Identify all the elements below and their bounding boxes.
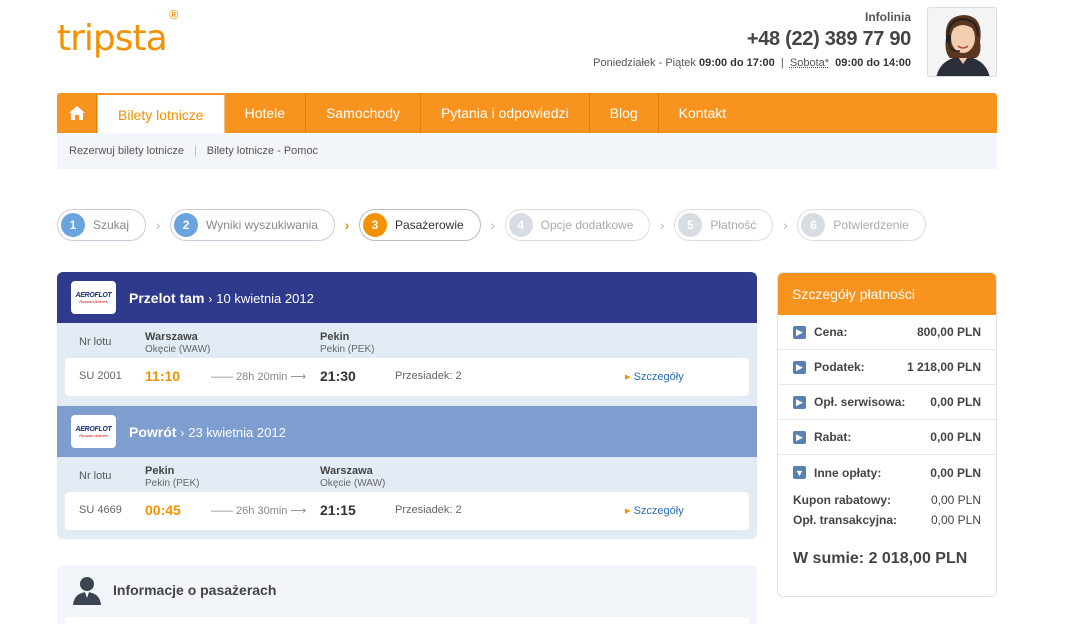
outbound-flight-row: SU 2001 11:10 —— 28h 20min ⟶ 21:30 Przes… <box>65 358 749 396</box>
nav-hotele[interactable]: Hotele <box>225 93 307 133</box>
details-link[interactable]: Szczegóły <box>625 504 684 517</box>
subnav-pomoc[interactable]: Bilety lotnicze - Pomoc <box>207 145 318 157</box>
step-pasazerowie: 3 Pasażerowie <box>358 209 481 241</box>
flight-duration: —— 28h 20min ⟶ <box>211 371 307 383</box>
payment-row-rabat[interactable]: ▶ Rabat: 0,00 PLN <box>778 420 996 455</box>
departure-time: 00:45 <box>145 502 181 518</box>
home-icon <box>68 106 85 120</box>
payment-sub-transakcyjna: Opł. transakcyjna: 0,00 PLN <box>793 513 981 527</box>
nav-samochody[interactable]: Samochody <box>306 93 421 133</box>
outbound-header: AEROFLOT Russian Airlines Przelot tam › 1… <box>57 272 757 323</box>
payment-title: Szczegóły płatności <box>778 273 996 315</box>
return-header: AEROFLOT Russian Airlines Powrót › 23 kwi… <box>57 406 757 457</box>
details-link[interactable]: Szczegóły <box>625 370 684 383</box>
nav-kontakt[interactable]: Kontakt <box>659 93 746 133</box>
expand-arrow-icon[interactable]: ▶ <box>793 360 806 374</box>
chevron-right-icon: › <box>490 217 495 233</box>
aeroflot-logo: AEROFLOT Russian Airlines <box>71 281 116 314</box>
return-flight-row: SU 4669 00:45 —— 26h 30min ⟶ 21:15 Przes… <box>65 492 749 530</box>
contact-info: Infolinia +48 (22) 389 77 90 Poniedziałe… <box>593 10 911 69</box>
expand-arrow-icon[interactable]: ▶ <box>793 430 806 444</box>
subnav-divider: | <box>193 145 197 157</box>
tripsta-logo[interactable]: tripsta® <box>57 8 180 59</box>
expand-arrow-icon[interactable]: ▶ <box>793 325 806 339</box>
collapse-arrow-icon[interactable]: ▼ <box>793 466 806 479</box>
aeroflot-logo: AEROFLOT Russian Airlines <box>71 415 116 448</box>
payment-sub-kupon: Kupon rabatowy: 0,00 PLN <box>793 493 981 507</box>
flight-number: SU 2001 <box>79 370 122 382</box>
flight-number: SU 4669 <box>79 504 122 516</box>
arrival-time: 21:15 <box>320 502 356 518</box>
infolinia-label: Infolinia <box>865 10 911 24</box>
payment-row-podatek[interactable]: ▶ Podatek: 1 218,00 PLN <box>778 350 996 385</box>
user-icon <box>73 577 101 605</box>
flight-summary: AEROFLOT Russian Airlines Przelot tam › 1… <box>57 272 757 539</box>
arrival-time: 21:30 <box>320 368 356 384</box>
booking-steps: 1 Szukaj › 2 Wyniki wyszukiwania › 3 Pasaże… <box>57 208 926 242</box>
nav-bilety-lotnicze[interactable]: Bilety lotnicze <box>97 93 225 135</box>
chevron-right-icon: › <box>660 217 665 233</box>
home-button[interactable] <box>57 93 97 133</box>
support-agent-avatar <box>927 7 997 77</box>
payment-details: Szczegóły płatności ▶ Cena: 800,00 PLN ▶ Po… <box>777 272 997 597</box>
step-wyniki[interactable]: 2 Wyniki wyszukiwania <box>170 209 335 241</box>
payment-row-cena[interactable]: ▶ Cena: 800,00 PLN <box>778 315 996 350</box>
payment-row-serwisowa[interactable]: ▶ Opł. serwisowa: 0,00 PLN <box>778 385 996 420</box>
opening-hours: Poniedziałek - Piątek 09:00 do 17:00 | S… <box>593 57 911 69</box>
return-columns: Nr lotu Pekin Pekin (PEK) Warszawa Okęcie … <box>79 465 386 489</box>
departure-time: 11:10 <box>145 368 181 384</box>
step-szukaj[interactable]: 1 Szukaj <box>57 209 147 241</box>
step-opcje: 4 Opcje dodatkowe <box>504 209 651 241</box>
expand-arrow-icon[interactable]: ▶ <box>793 395 806 409</box>
step-platnosc: 5 Płatność <box>674 209 774 241</box>
payment-total: W sumie: 2 018,00 PLN <box>793 550 968 567</box>
sub-nav: Rezerwuj bilety lotnicze | Bilety lotnic… <box>57 133 997 169</box>
subnav-rezerwuj[interactable]: Rezerwuj bilety lotnicze <box>69 145 184 157</box>
stops: Przesiadek: 2 <box>395 370 462 382</box>
nav-blog[interactable]: Blog <box>590 93 659 133</box>
passenger-info-title: Informacje o pasażerach <box>113 582 277 598</box>
passenger-info-section: Informacje o pasażerach <box>57 565 757 624</box>
saturday-link[interactable]: Sobota* <box>790 57 829 69</box>
stops: Przesiadek: 2 <box>395 504 462 516</box>
chevron-right-icon: › <box>155 217 161 233</box>
phone-number: +48 (22) 389 77 90 <box>746 28 911 50</box>
chevron-right-icon: › <box>783 217 788 233</box>
flight-duration: —— 26h 30min ⟶ <box>211 505 307 517</box>
step-potwierdzenie: 6 Potwierdzenie <box>797 209 926 241</box>
nav-pytania[interactable]: Pytania i odpowiedzi <box>421 93 590 133</box>
main-nav: Bilety lotnicze Hotele Samochody Pytania… <box>57 93 997 135</box>
chevron-right-icon: › <box>344 217 350 233</box>
payment-row-inne[interactable]: ▼ Inne opłaty: 0,00 PLN <box>778 455 996 490</box>
passenger-form-area <box>65 617 749 624</box>
outbound-columns: Nr lotu Warszawa Okęcie (WAW) Pekin Pekin … <box>79 331 375 355</box>
